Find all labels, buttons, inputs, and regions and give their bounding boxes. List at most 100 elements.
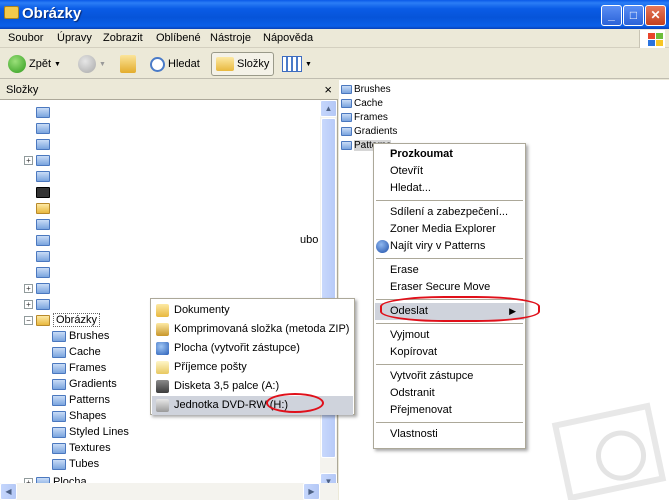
file-item[interactable]: Gradients [341, 124, 397, 138]
tree-item-label: Shapes [69, 410, 107, 422]
menu-item-vlastnosti[interactable]: Vlastnosti [375, 426, 524, 443]
tree-item[interactable] [36, 232, 50, 248]
folders-pane-header: Složky × [0, 80, 338, 100]
close-pane-icon[interactable]: × [324, 82, 332, 97]
tree-item-obrazky[interactable]: Obrázky [36, 312, 100, 328]
back-button[interactable]: Zpět ▼ [8, 52, 61, 76]
menu-item-přejmenovat[interactable]: Přejmenovat [375, 402, 524, 419]
file-item[interactable]: Frames [341, 110, 388, 124]
menu-item-prozkoumat[interactable]: Prozkoumat [375, 146, 524, 163]
folder-icon [36, 106, 50, 118]
menu-item-kopírovat[interactable]: Kopírovat [375, 344, 524, 361]
folder-icon [52, 330, 66, 342]
tree-item-styled-lines[interactable]: Styled Lines [52, 424, 129, 440]
toolbar: Zpět ▼ ▼ Hledat Složky ▼ [0, 48, 669, 79]
search-icon [150, 56, 165, 72]
minimize-button[interactable]: _ [601, 5, 622, 26]
tree-item-gradients[interactable]: Gradients [52, 376, 117, 392]
tree-item-label: Textures [69, 442, 111, 454]
folder-icon [36, 234, 50, 246]
forward-button[interactable]: ▼ [78, 52, 106, 76]
tree-item[interactable] [36, 152, 50, 168]
tree-item[interactable] [36, 104, 50, 120]
file-item[interactable]: Brushes [341, 82, 391, 96]
expand-toggle[interactable]: + [24, 284, 33, 293]
tree-item[interactable] [36, 184, 50, 200]
send-to-item[interactable]: Komprimovaná složka (metoda ZIP) [152, 320, 353, 339]
vertical-scrollbar[interactable]: ▲ ▼ [320, 100, 337, 490]
menu-item-label: Vlastnosti [390, 428, 438, 440]
views-button[interactable]: ▼ [282, 52, 312, 76]
scroll-up-button[interactable]: ▲ [320, 100, 337, 117]
tree-item-cache[interactable]: Cache [52, 344, 101, 360]
tree-item[interactable] [36, 200, 50, 216]
send-to-item[interactable]: Disketa 3,5 palce (A:) [152, 377, 353, 396]
menu-favorites[interactable]: Oblíbené [156, 32, 201, 44]
folder-icon [36, 202, 50, 214]
send-to-item[interactable]: Příjemce pošty [152, 358, 353, 377]
menu-view[interactable]: Zobrazit [103, 32, 143, 44]
scroll-left-button[interactable]: ◀ [0, 483, 17, 500]
expand-toggle[interactable]: + [24, 300, 33, 309]
folder-icon [36, 282, 50, 294]
tree-item[interactable] [36, 248, 50, 264]
maximize-button[interactable]: □ [623, 5, 644, 26]
send-to-item[interactable]: Plocha (vytvořit zástupce) [152, 339, 353, 358]
file-item-label: Gradients [354, 125, 398, 137]
annotation-mark [266, 393, 324, 413]
folder-icon [36, 266, 50, 278]
menu-item-eraser-secure-move[interactable]: Eraser Secure Move [375, 279, 524, 296]
folder-icon [52, 426, 66, 438]
tree-item[interactable] [36, 296, 50, 312]
menu-separator [376, 258, 523, 259]
menu-item-hledat[interactable]: Hledat... [375, 180, 524, 197]
menu-item-label: Prozkoumat [390, 148, 453, 160]
file-item[interactable]: Cache [341, 96, 383, 110]
folders-pane: Složky × + + + ubo − Obrázky Brushes Cach… [0, 80, 338, 500]
expand-toggle[interactable]: + [24, 156, 33, 165]
menu-item-erase[interactable]: Erase [375, 262, 524, 279]
menu-bar: Soubor Úpravy Zobrazit Oblíbené Nástroje… [0, 29, 669, 48]
desktop-icon [156, 342, 169, 355]
tree-item-label: Styled Lines [69, 426, 129, 438]
menu-item-najít-viry-v-patterns[interactable]: Najít viry v Patterns [375, 238, 524, 255]
search-button[interactable]: Hledat [150, 52, 200, 76]
up-folder-button[interactable] [120, 52, 136, 76]
tree-item-tubes[interactable]: Tubes [52, 456, 99, 472]
menu-item-otevřít[interactable]: Otevřít [375, 163, 524, 180]
tree-item[interactable] [36, 136, 50, 152]
folder-icon [52, 362, 66, 374]
menu-item-label: Disketa 3,5 palce (A:) [174, 380, 280, 392]
collapse-toggle[interactable]: − [24, 316, 33, 325]
tree-item[interactable] [36, 264, 50, 280]
menu-item-sdílení-a-zabezpečení[interactable]: Sdílení a zabezpečení... [375, 204, 524, 221]
send-to-item[interactable]: Dokumenty [152, 301, 353, 320]
menu-item-odstranit[interactable]: Odstranit [375, 385, 524, 402]
menu-edit[interactable]: Úpravy [57, 32, 92, 44]
folder-icon [52, 394, 66, 406]
menu-item-vyjmout[interactable]: Vyjmout [375, 327, 524, 344]
tree-item[interactable] [36, 216, 50, 232]
folders-button[interactable]: Složky [211, 52, 275, 76]
menu-tools[interactable]: Nástroje [210, 32, 251, 44]
tree-item[interactable] [36, 280, 50, 296]
horizontal-scrollbar[interactable]: ◀ ▶ [0, 483, 338, 500]
close-button[interactable]: ✕ [645, 5, 666, 26]
scroll-right-button[interactable]: ▶ [303, 483, 320, 500]
menu-item-label: Dokumenty [174, 304, 230, 316]
tree-item[interactable] [36, 168, 50, 184]
menu-item-label: Kopírovat [390, 346, 438, 358]
tree-item[interactable] [36, 120, 50, 136]
folder-icon [36, 250, 50, 262]
tree-item-patterns[interactable]: Patterns [52, 392, 110, 408]
watermark-logo [551, 402, 667, 500]
menu-help[interactable]: Nápověda [263, 32, 313, 44]
tree-item-brushes[interactable]: Brushes [52, 328, 109, 344]
tree-item-textures[interactable]: Textures [52, 440, 111, 456]
menu-file[interactable]: Soubor [8, 32, 43, 44]
tree-item-label: Tubes [69, 458, 100, 470]
menu-item-zoner-media-explorer[interactable]: Zoner Media Explorer [375, 221, 524, 238]
tree-item-shapes[interactable]: Shapes [52, 408, 106, 424]
menu-item-vytvořit-zástupce[interactable]: Vytvořit zástupce [375, 368, 524, 385]
tree-item-frames[interactable]: Frames [52, 360, 106, 376]
